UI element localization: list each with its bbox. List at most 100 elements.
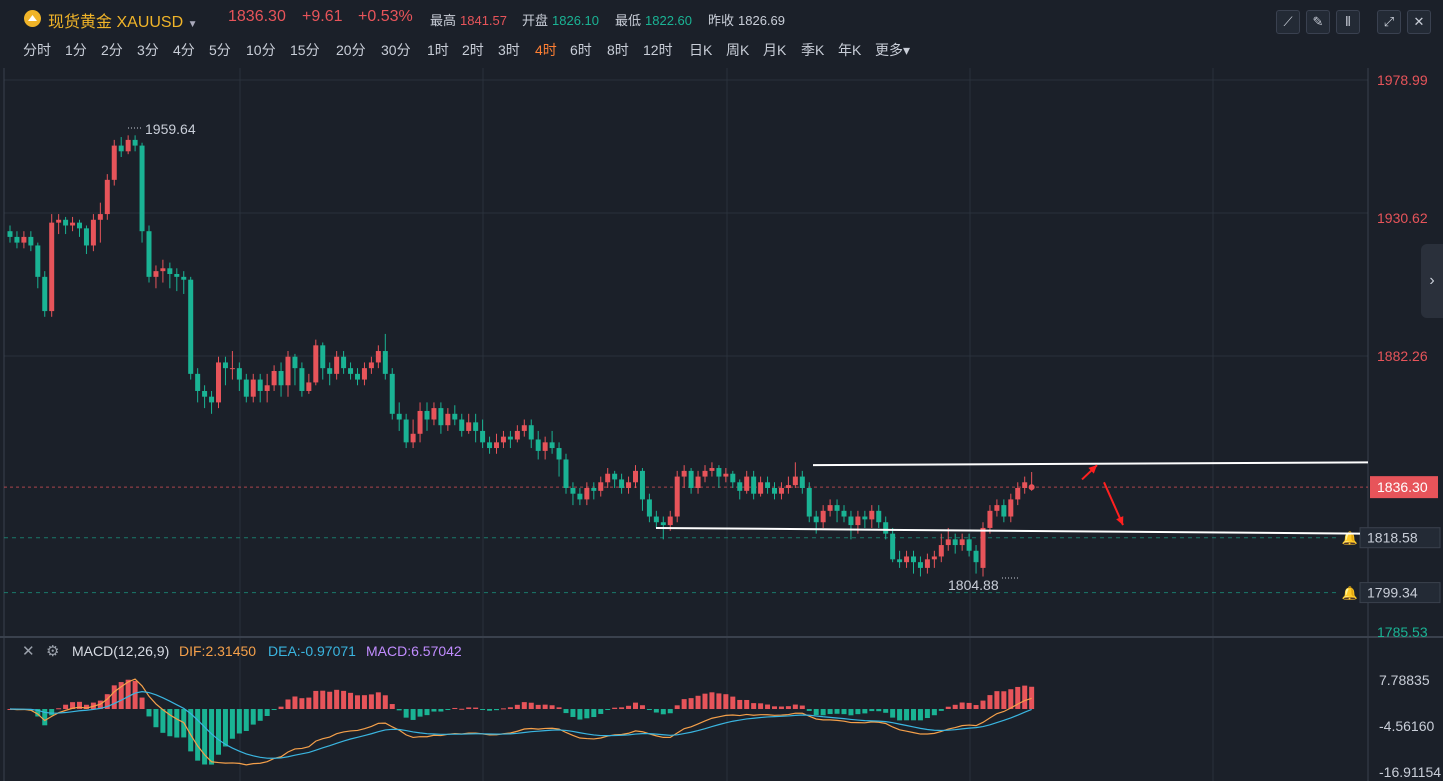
candle-body-54 bbox=[382, 351, 388, 374]
candle-body-18 bbox=[132, 139, 138, 146]
macd-bar-39 bbox=[278, 706, 284, 710]
period-tab-0[interactable]: 分时 bbox=[23, 40, 51, 60]
prev-close-value: 1826.69 bbox=[738, 13, 786, 28]
candle-body-121 bbox=[848, 516, 854, 526]
period-tab-16[interactable]: 12时 bbox=[643, 40, 673, 60]
macd-bar-147 bbox=[1029, 686, 1035, 710]
period-tab-1[interactable]: 1分 bbox=[65, 40, 87, 60]
macd-bar-64 bbox=[452, 707, 458, 710]
macd-bar-46 bbox=[327, 691, 333, 710]
candle-body-32 bbox=[229, 368, 235, 370]
macd-tick-0: 7.78835 bbox=[1379, 672, 1430, 688]
period-tab-4[interactable]: 4分 bbox=[173, 40, 195, 60]
high-stat: 最高 1841.57 bbox=[430, 13, 508, 28]
candle-body-82 bbox=[577, 493, 583, 500]
pen-tool-icon[interactable]: ✎ bbox=[1306, 10, 1330, 34]
period-tab-21[interactable]: 年K bbox=[838, 40, 861, 60]
period-tab-22[interactable]: 更多▾ bbox=[875, 40, 910, 60]
period-tab-15[interactable]: 8时 bbox=[607, 40, 629, 60]
candle-type-icon[interactable]: ⫴ bbox=[1336, 10, 1360, 34]
candle-body-75 bbox=[528, 425, 534, 440]
period-tab-5[interactable]: 5分 bbox=[209, 40, 231, 60]
macd-bar-36 bbox=[257, 709, 263, 721]
macd-bar-90 bbox=[633, 702, 638, 710]
macd-bar-63 bbox=[445, 709, 451, 711]
candle-body-62 bbox=[438, 408, 444, 426]
period-tab-6[interactable]: 10分 bbox=[246, 40, 276, 60]
macd-bar-65 bbox=[459, 708, 465, 710]
candle-body-60 bbox=[424, 410, 430, 420]
period-tab-3[interactable]: 3分 bbox=[137, 40, 159, 60]
macd-bar-7 bbox=[56, 708, 62, 710]
candle-body-71 bbox=[500, 436, 506, 443]
candle-body-106 bbox=[744, 476, 750, 491]
period-tab-11[interactable]: 2时 bbox=[462, 40, 484, 60]
candle-body-24 bbox=[174, 273, 180, 277]
period-tab-9[interactable]: 30分 bbox=[381, 40, 411, 60]
period-tab-10[interactable]: 1时 bbox=[427, 40, 449, 60]
macd-bar-142 bbox=[994, 691, 1000, 710]
candle-body-140 bbox=[980, 527, 986, 568]
candle-body-123 bbox=[862, 516, 868, 520]
period-tab-20[interactable]: 季K bbox=[801, 40, 824, 60]
period-tab-2[interactable]: 2分 bbox=[101, 40, 123, 60]
candle-body-86 bbox=[605, 473, 611, 483]
macd-bar-95 bbox=[667, 709, 673, 714]
line-tool-icon[interactable]: ⟋ bbox=[1276, 10, 1300, 34]
period-tab-18[interactable]: 周K bbox=[726, 40, 749, 60]
period-tab-14[interactable]: 6时 bbox=[570, 40, 592, 60]
macd-bar-99 bbox=[695, 695, 701, 710]
macd-bar-58 bbox=[410, 709, 416, 720]
close-icon[interactable]: ✕ bbox=[1407, 10, 1431, 34]
chevron-right-icon[interactable]: › bbox=[1421, 244, 1443, 318]
period-tab-8[interactable]: 20分 bbox=[336, 40, 366, 60]
macd-bar-74 bbox=[521, 702, 527, 710]
candle-body-98 bbox=[688, 470, 694, 488]
candle-body-111 bbox=[778, 487, 784, 494]
macd-bar-132 bbox=[924, 709, 930, 719]
macd-bar-87 bbox=[612, 707, 618, 710]
macd-bar-98 bbox=[688, 698, 694, 710]
macd-bar-96 bbox=[674, 705, 680, 710]
macd-bar-45 bbox=[320, 690, 326, 710]
period-tab-13[interactable]: 4时 bbox=[535, 40, 557, 60]
period-tab-19[interactable]: 月K bbox=[763, 40, 786, 60]
period-tab-12[interactable]: 3时 bbox=[498, 40, 520, 60]
macd-bar-77 bbox=[542, 704, 548, 710]
period-tab-7[interactable]: 15分 bbox=[290, 40, 320, 60]
candle-body-58 bbox=[410, 433, 416, 443]
candle-body-138 bbox=[966, 539, 972, 551]
macd-bar-24 bbox=[174, 709, 180, 738]
macd-bar-21 bbox=[153, 709, 159, 728]
candle-body-120 bbox=[841, 510, 847, 517]
macd-bar-72 bbox=[507, 707, 513, 710]
candle-body-133 bbox=[931, 556, 937, 560]
macd-bar-91 bbox=[639, 705, 645, 710]
candle-body-143 bbox=[1001, 505, 1007, 517]
price-tick-3: 1818.58 bbox=[1367, 530, 1418, 546]
period-tab-17[interactable]: 日K bbox=[689, 40, 712, 60]
candle-body-42 bbox=[299, 368, 305, 391]
candle-body-125 bbox=[876, 510, 882, 523]
macd-dif: DIF:2.31450 bbox=[179, 643, 256, 659]
candle-body-10 bbox=[77, 222, 82, 229]
macd-bar-61 bbox=[431, 709, 437, 712]
candle-body-23 bbox=[167, 268, 173, 274]
candle-body-51 bbox=[361, 368, 367, 380]
low-value: 1822.60 bbox=[645, 13, 693, 28]
candle-body-48 bbox=[341, 356, 347, 369]
candle-body-5 bbox=[42, 276, 48, 312]
candle-body-110 bbox=[772, 487, 777, 494]
macd-bar-50 bbox=[355, 695, 360, 710]
candle-body-94 bbox=[660, 522, 666, 526]
macd-bar-124 bbox=[869, 709, 875, 712]
candle-body-8 bbox=[63, 219, 69, 226]
macd-bar-42 bbox=[299, 698, 305, 710]
expand-icon[interactable]: ⤢ bbox=[1377, 10, 1401, 34]
candlestick-chart[interactable]: 1978.991930.621882.26🔔 1818.58🔔 1799.34178… bbox=[0, 62, 1443, 781]
macd-bar-136 bbox=[952, 704, 958, 710]
candle-body-46 bbox=[327, 368, 333, 374]
price-change-pct: +0.53% bbox=[358, 8, 413, 25]
macd-bar-122 bbox=[855, 709, 861, 715]
instrument-selector[interactable]: 现货黄金 XAUUSD ▼ bbox=[48, 8, 198, 32]
